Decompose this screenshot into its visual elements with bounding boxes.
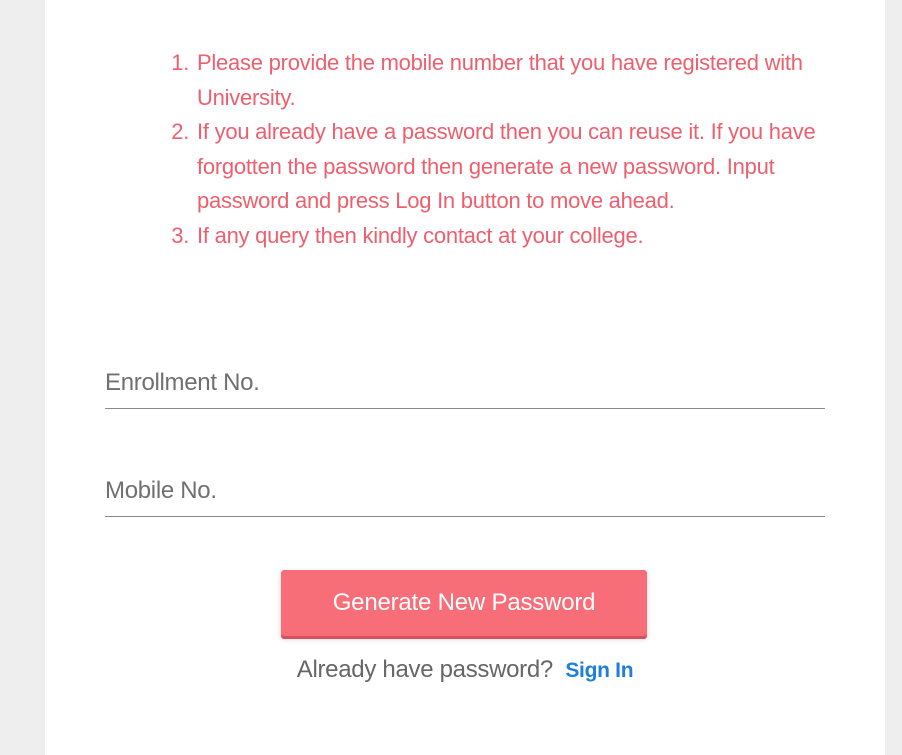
mobile-input[interactable] <box>105 466 825 516</box>
password-card: Please provide the mobile number that yo… <box>45 0 885 755</box>
generate-password-button[interactable]: Generate New Password <box>281 570 647 636</box>
instruction-item: If you already have a password then you … <box>195 115 855 219</box>
instructions-list: Please provide the mobile number that yo… <box>155 46 855 253</box>
signin-link[interactable]: Sign In <box>565 659 633 682</box>
enrollment-field-wrapper <box>105 358 825 409</box>
signin-prompt: Already have password? Sign In <box>45 656 885 684</box>
enrollment-input[interactable] <box>105 358 825 408</box>
signin-question: Already have password? <box>296 656 554 683</box>
instruction-item: If any query then kindly contact at your… <box>195 219 855 254</box>
mobile-field-wrapper <box>105 466 825 517</box>
instruction-item: Please provide the mobile number that yo… <box>195 46 855 115</box>
